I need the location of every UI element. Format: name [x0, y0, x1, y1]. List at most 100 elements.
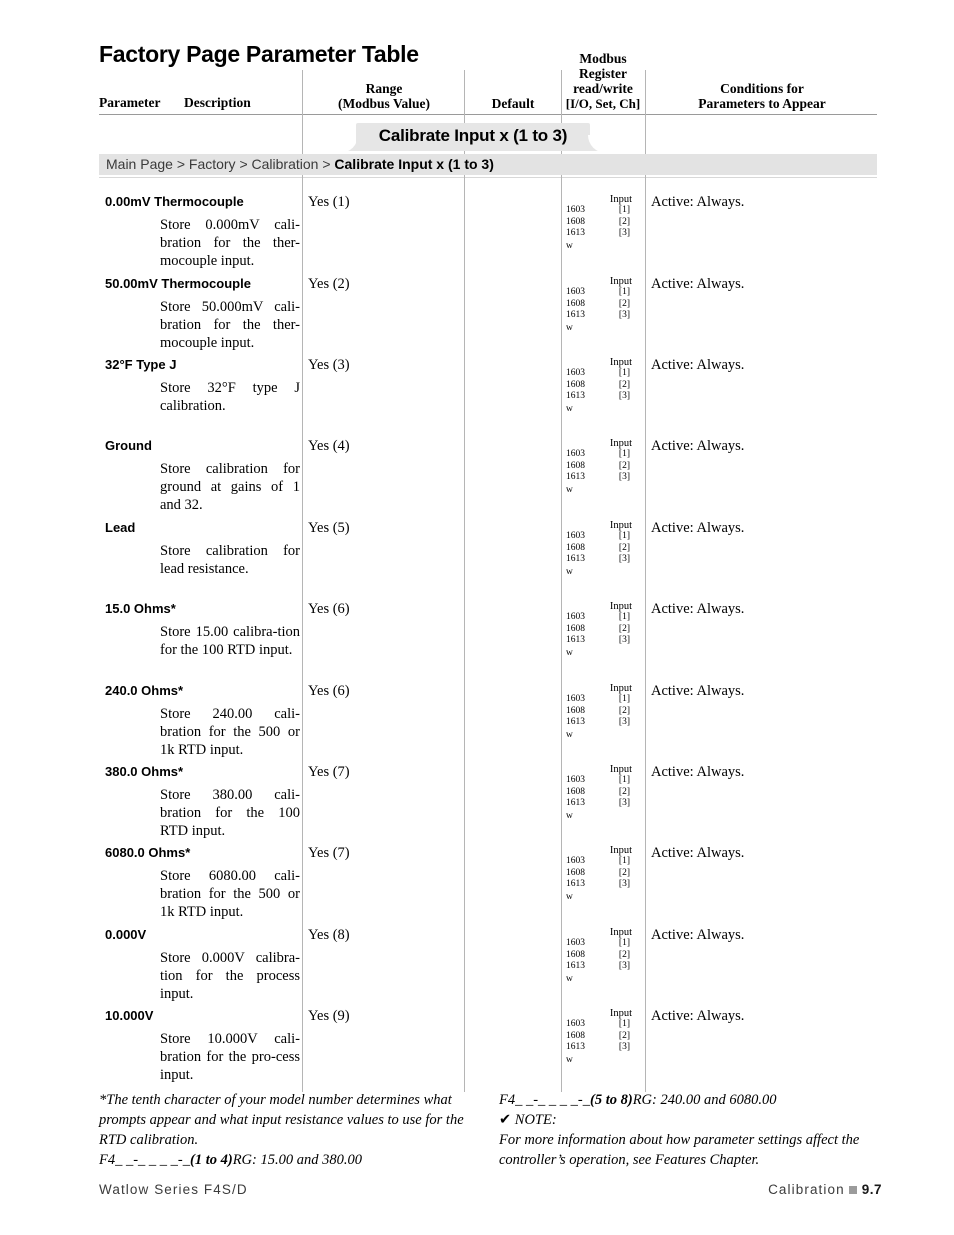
modbus-register-line: 1603 [1] [562, 205, 644, 216]
modbus-channel-index: [3] [618, 228, 630, 239]
modbus-channel-index: [2] [618, 542, 630, 553]
modbus-register-line: 1603 [1] [562, 368, 644, 379]
modbus-channel-index: [3] [618, 717, 630, 728]
modbus-register-line: 1608 [2] [562, 1031, 644, 1042]
parameter-description: Store 50.000mV cali-bration for the ther… [160, 299, 300, 351]
modbus-register-line: 1613 [3] [562, 310, 644, 321]
parameter-range: Yes (7) [308, 764, 350, 780]
header-divider-rule [99, 114, 877, 115]
section-tab-label: Calibrate Input x (1 to 3) [378, 126, 568, 145]
modbus-channel-index: [2] [618, 1030, 630, 1041]
modbus-channel-index: [2] [618, 623, 630, 634]
parameter-name: 0.000V [105, 927, 147, 942]
modbus-io-label: Input [609, 601, 632, 612]
modbus-channel-index: [2] [618, 460, 630, 471]
modbus-channel-index: [3] [618, 472, 630, 483]
breadcrumb-trail: Main Page > Factory > Calibration > [106, 156, 335, 172]
modbus-readwrite-flag: w [566, 322, 573, 333]
parameter-name: 0.00mV Thermocouple [105, 194, 244, 209]
modbus-channel-index: [1] [618, 775, 630, 786]
modbus-channel-index: [3] [618, 798, 630, 809]
modbus-channel-index: [1] [618, 1019, 630, 1030]
modbus-register-number: 1613 [566, 1042, 585, 1053]
note-body: For more information about how parameter… [499, 1132, 860, 1168]
parameter-range: Yes (7) [308, 845, 350, 861]
modbus-register-number: 1603 [566, 368, 585, 379]
modbus-register-block: Input 1603 [1] 1608 [2] 1613 [3] w [562, 438, 644, 496]
modbus-readwrite-flag: w [566, 729, 573, 740]
modbus-register-number: 1603 [566, 938, 585, 949]
parameter-name: 50.00mV Thermocouple [105, 276, 251, 291]
modbus-channel-index: [1] [618, 449, 630, 460]
modbus-channel-index: [3] [618, 1042, 630, 1053]
parameter-name: 32°F Type J [105, 357, 177, 372]
modbus-register-number: 1608 [566, 623, 585, 634]
modbus-register-number: 1603 [566, 1019, 585, 1030]
parameter-conditions: Active: Always. [651, 764, 745, 780]
note-heading: ✔ NOTE: [499, 1110, 889, 1130]
modbus-channel-index: [3] [618, 961, 630, 972]
modbus-register-number: 1613 [566, 228, 585, 239]
modbus-io-label: Input [609, 194, 632, 205]
footnote-left: *The tenth character of your model numbe… [99, 1090, 471, 1170]
parameter-conditions: Active: Always. [651, 438, 745, 454]
modbus-register-number: 1608 [566, 867, 585, 878]
parameter-description: Store 0.000mV cali-bration for the ther-… [160, 217, 300, 269]
footnote-model-right-bold: (5 to 8) [590, 1092, 633, 1108]
parameter-range: Yes (6) [308, 683, 350, 699]
modbus-channel-index: [1] [618, 856, 630, 867]
modbus-register-number: 1613 [566, 961, 585, 972]
modbus-channel-index: [1] [618, 531, 630, 542]
footnote-model-left: F4_ _-_ _ _ _-_(1 to 4)RG: 15.00 and 380… [99, 1150, 471, 1170]
modbus-channel-index: [3] [618, 879, 630, 890]
document-page: Factory Page Parameter Table Parameter D… [0, 0, 954, 1235]
modbus-register-number: 1608 [566, 949, 585, 960]
modbus-io-label: Input [609, 683, 632, 694]
modbus-channel-index: [3] [618, 310, 630, 321]
modbus-readwrite-flag: w [566, 240, 573, 251]
modbus-register-block: Input 1603 [1] 1608 [2] 1613 [3] w [562, 1008, 644, 1066]
parameter-name: Lead [105, 520, 136, 535]
modbus-register-block: Input 1603 [1] 1608 [2] 1613 [3] w [562, 601, 644, 659]
modbus-channel-index: [3] [618, 635, 630, 646]
modbus-register-line: 1608 [2] [562, 706, 644, 717]
parameter-conditions: Active: Always. [651, 601, 745, 617]
modbus-register-line: 1603 [1] [562, 612, 644, 623]
modbus-register-block: Input 1603 [1] 1608 [2] 1613 [3] w [562, 927, 644, 985]
modbus-io-label: Input [609, 438, 632, 449]
modbus-register-number: 1603 [566, 205, 585, 216]
column-rule-1 [302, 70, 303, 1092]
modbus-register-number: 1613 [566, 635, 585, 646]
modbus-register-line: 1608 [2] [562, 217, 644, 228]
modbus-register-block: Input 1603 [1] 1608 [2] 1613 [3] w [562, 276, 644, 334]
modbus-readwrite-flag: w [566, 891, 573, 902]
modbus-register-number: 1603 [566, 612, 585, 623]
modbus-register-line: 1608 [2] [562, 543, 644, 554]
modbus-channel-index: [1] [618, 938, 630, 949]
parameter-range: Yes (8) [308, 927, 350, 943]
parameter-description: Store 240.00 cali-bration for the 500 or… [160, 706, 300, 758]
page-number: 9.7 [861, 1182, 882, 1197]
modbus-register-number: 1608 [566, 298, 585, 309]
modbus-io-label: Input [609, 764, 632, 775]
modbus-channel-index: [1] [618, 694, 630, 705]
column-header-range-line1: Range [365, 81, 403, 96]
modbus-register-number: 1608 [566, 705, 585, 716]
parameter-range: Yes (3) [308, 357, 350, 373]
modbus-readwrite-flag: w [566, 566, 573, 577]
modbus-register-line: 1608 [2] [562, 787, 644, 798]
column-rule-4 [645, 70, 646, 1092]
parameter-description: Store 15.00 calibra-tion for the 100 RTD… [160, 624, 300, 658]
modbus-register-line: 1608 [2] [562, 380, 644, 391]
parameter-conditions: Active: Always. [651, 1008, 745, 1024]
modbus-register-number: 1608 [566, 379, 585, 390]
parameter-range: Yes (2) [308, 276, 350, 292]
footnote-asterisk-paragraph: *The tenth character of your model numbe… [99, 1092, 464, 1148]
footnote-model-left-bold: (1 to 4) [190, 1152, 233, 1168]
modbus-register-line: 1608 [2] [562, 461, 644, 472]
modbus-channel-index: [2] [618, 949, 630, 960]
modbus-readwrite-flag: w [566, 810, 573, 821]
modbus-register-number: 1603 [566, 449, 585, 460]
modbus-channel-index: [2] [618, 705, 630, 716]
modbus-register-line: 1613 [3] [562, 879, 644, 890]
